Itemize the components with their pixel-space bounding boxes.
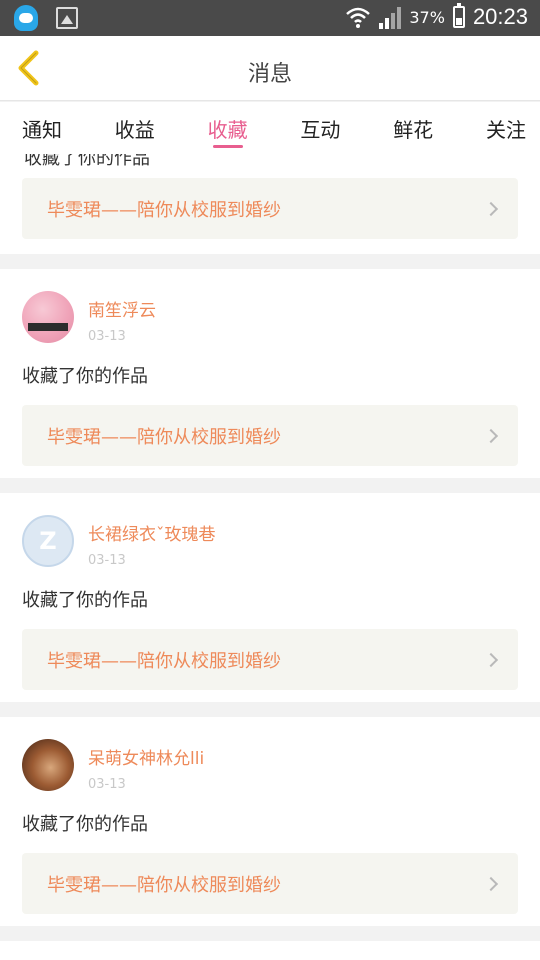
tab-bar: 通知 收益 收藏 互动 鲜花 关注 — [0, 102, 540, 154]
tab-notice[interactable]: 通知 — [22, 102, 62, 154]
avatar[interactable] — [22, 291, 74, 343]
message-date: 03-13 — [88, 553, 126, 568]
action-text: 收藏了你的作品 — [22, 366, 148, 387]
user-name[interactable]: 呆萌女神林允lli — [88, 744, 204, 769]
work-link[interactable]: 毕雯珺——陪你从校服到婚纱 — [22, 629, 518, 690]
qq-icon — [14, 5, 38, 31]
chevron-right-icon — [483, 652, 499, 667]
avatar[interactable] — [22, 515, 74, 567]
tab-interaction[interactable]: 互动 — [300, 102, 340, 154]
work-link[interactable]: 毕雯珺——陪你从校服到婚纱 — [22, 178, 518, 239]
list-item — [0, 941, 540, 960]
action-text: 收藏了你的作品 — [24, 154, 150, 169]
action-text: 收藏了你的作品 — [22, 814, 148, 835]
list-item: 收藏了你的作品 毕雯珺——陪你从校服到婚纱 — [0, 154, 540, 254]
tab-favorites[interactable]: 收藏 — [208, 102, 248, 154]
message-date: 03-13 — [88, 329, 126, 344]
work-title: 毕雯珺——陪你从校服到婚纱 — [47, 426, 281, 448]
signal-icon — [379, 5, 402, 29]
battery-icon — [452, 3, 465, 28]
clock: 20:23 — [472, 4, 528, 29]
status-bar: 37% 20:23 — [0, 0, 540, 36]
page-title: 消息 — [247, 61, 292, 86]
work-title: 毕雯珺——陪你从校服到婚纱 — [47, 874, 281, 896]
chevron-right-icon — [483, 876, 499, 891]
battery-percent: 37% — [409, 7, 445, 27]
work-link[interactable]: 毕雯珺——陪你从校服到婚纱 — [22, 853, 518, 914]
work-title: 毕雯珺——陪你从校服到婚纱 — [47, 199, 281, 221]
avatar[interactable] — [22, 739, 74, 791]
wifi-icon — [346, 7, 371, 28]
list-item: 长裙绿衣ˇ玫瑰巷 03-13 收藏了你的作品 毕雯珺——陪你从校服到婚纱 — [0, 493, 540, 702]
tab-income[interactable]: 收益 — [115, 102, 155, 154]
list-item: 南笙浮云 03-13 收藏了你的作品 毕雯珺——陪你从校服到婚纱 — [0, 269, 540, 478]
work-link[interactable]: 毕雯珺——陪你从校服到婚纱 — [22, 405, 518, 466]
tab-follow[interactable]: 关注 — [486, 102, 526, 154]
chevron-right-icon — [483, 201, 499, 216]
header: 消息 — [0, 36, 540, 101]
message-date: 03-13 — [88, 777, 126, 792]
action-text: 收藏了你的作品 — [22, 590, 148, 611]
list-item: 呆萌女神林允lli 03-13 收藏了你的作品 毕雯珺——陪你从校服到婚纱 — [0, 717, 540, 926]
gallery-icon — [56, 7, 78, 29]
user-name[interactable]: 南笙浮云 — [88, 296, 156, 321]
message-list[interactable]: 收藏了你的作品 毕雯珺——陪你从校服到婚纱 南笙浮云 03-13 收藏了你的作品… — [0, 154, 540, 960]
user-name[interactable]: 长裙绿衣ˇ玫瑰巷 — [88, 520, 216, 545]
tab-flowers[interactable]: 鲜花 — [393, 102, 433, 154]
work-title: 毕雯珺——陪你从校服到婚纱 — [47, 650, 281, 672]
chevron-right-icon — [483, 428, 499, 443]
